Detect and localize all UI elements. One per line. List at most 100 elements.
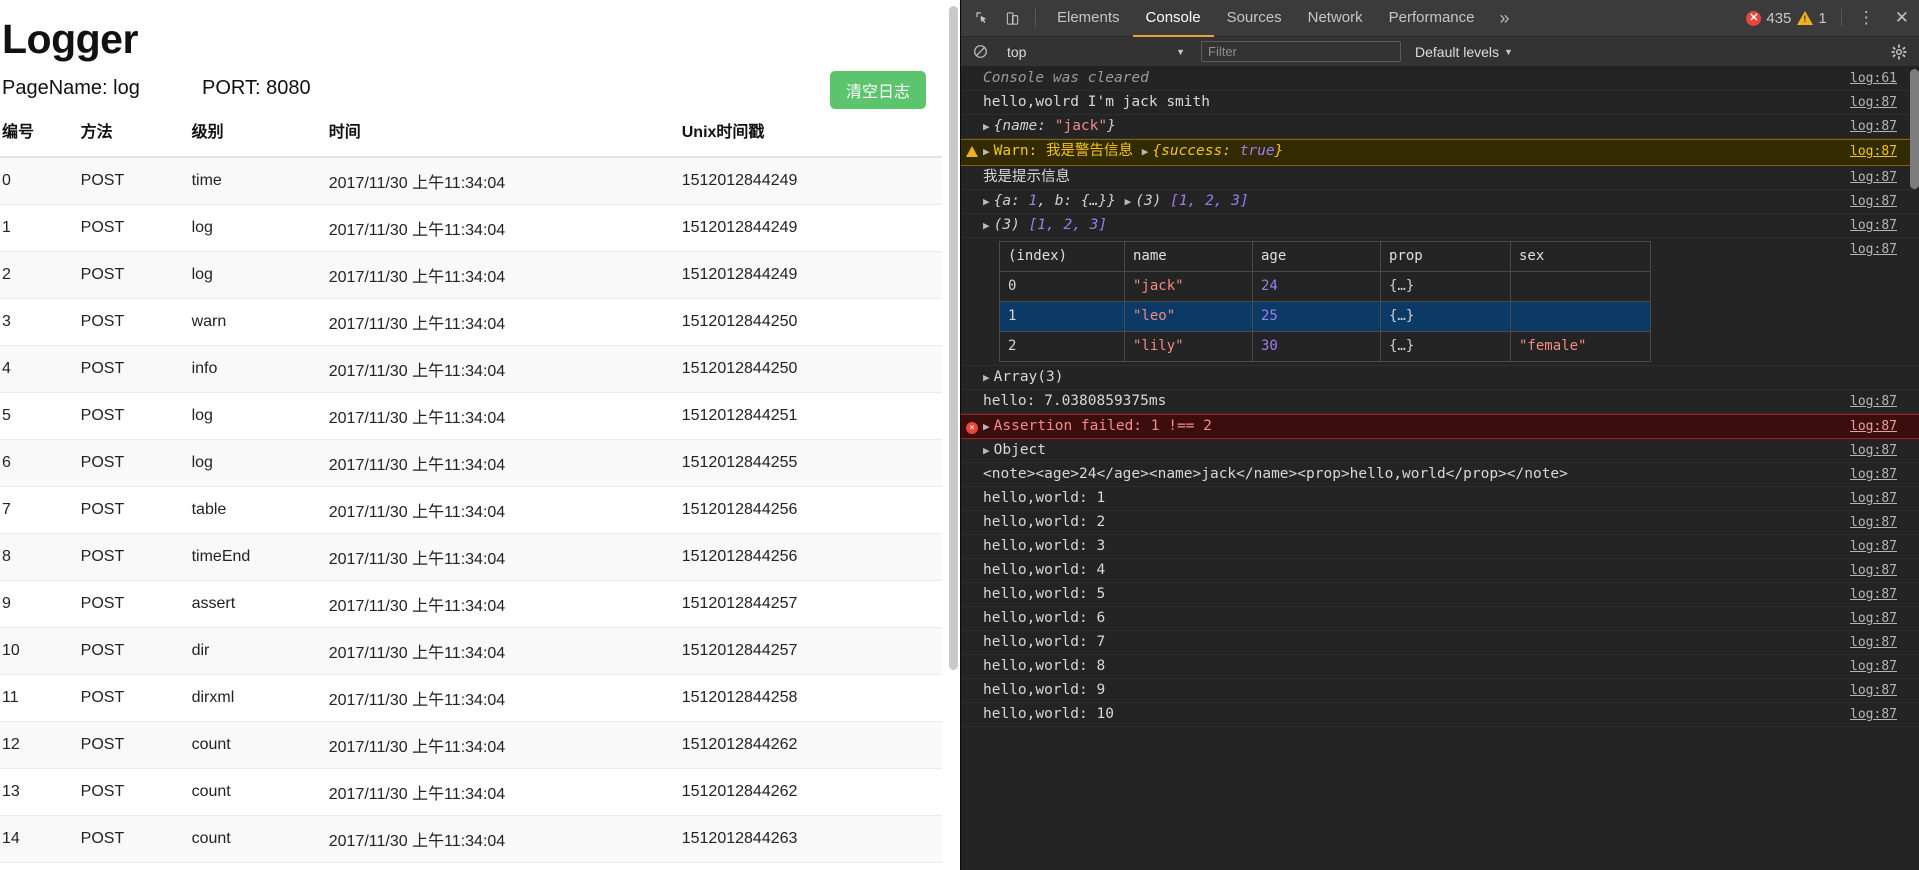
source-link[interactable]: log:87 bbox=[1850, 487, 1919, 510]
source-link[interactable]: log:87 bbox=[1850, 238, 1919, 261]
cell-unix: 1512012844250 bbox=[679, 298, 942, 347]
tab-console[interactable]: Console bbox=[1132, 0, 1214, 37]
console-message[interactable]: ✕ ▶ Assertion failed: 1 !== 2 log:87 bbox=[961, 414, 1919, 439]
source-link[interactable]: log:87 bbox=[1850, 535, 1919, 558]
cell-method: POST bbox=[78, 721, 190, 770]
tab-network[interactable]: Network bbox=[1295, 0, 1376, 37]
console-table-header-sex[interactable]: sex bbox=[1510, 241, 1651, 272]
console-message[interactable]: hello,world: 3 log:87 bbox=[961, 535, 1919, 559]
console-table-row[interactable]: 0 "jack" 24 {…} bbox=[999, 271, 1651, 302]
cell-method: POST bbox=[78, 486, 190, 535]
log-levels-dropdown[interactable]: Default levels ▼ bbox=[1415, 44, 1513, 60]
source-link[interactable]: log:87 bbox=[1850, 390, 1919, 413]
console-table-cell-age: 24 bbox=[1252, 271, 1381, 302]
source-link[interactable]: log:87 bbox=[1850, 166, 1919, 189]
console-message[interactable]: hello,wolrd I'm jack smith log:87 bbox=[961, 91, 1919, 115]
cell-unix: 1512012844263 bbox=[679, 815, 942, 864]
expand-arrow-icon[interactable]: ▶ bbox=[1142, 145, 1153, 158]
source-link[interactable]: log:87 bbox=[1850, 190, 1919, 213]
source-link[interactable]: log:87 bbox=[1850, 607, 1919, 630]
console-message[interactable]: ▶ (3) [1, 2, 3] log:87 bbox=[961, 214, 1919, 238]
console-message[interactable]: hello,world: 9 log:87 bbox=[961, 679, 1919, 703]
console-table-header-age[interactable]: age bbox=[1252, 241, 1381, 272]
console-table-row[interactable]: 1 "leo" 25 {…} bbox=[999, 301, 1651, 332]
console-scrollbar[interactable] bbox=[1910, 67, 1919, 870]
execution-context-select[interactable]: top ▼ bbox=[1001, 41, 1191, 62]
console-scrollbar-thumb[interactable] bbox=[1910, 69, 1919, 189]
expand-arrow-icon[interactable]: ▶ bbox=[983, 444, 994, 457]
source-link[interactable]: log:87 bbox=[1850, 655, 1919, 678]
source-link[interactable]: log:87 bbox=[1850, 415, 1919, 438]
expand-arrow-icon[interactable]: ▶ bbox=[983, 145, 994, 158]
source-link[interactable]: log:87 bbox=[1850, 439, 1919, 462]
console-message[interactable]: ▶ Object log:87 bbox=[961, 439, 1919, 463]
console-message[interactable]: ▶ {a: 1, b: {…}} ▶ (3) [1, 2, 3] log:87 bbox=[961, 190, 1919, 214]
expand-arrow-icon[interactable]: ▶ bbox=[1125, 195, 1136, 208]
source-link[interactable]: log:87 bbox=[1850, 631, 1919, 654]
cell-method: POST bbox=[78, 298, 190, 347]
console-message[interactable]: hello,world: 10 log:87 bbox=[961, 703, 1919, 727]
console-message[interactable]: ▶ Warn: 我是警告信息 ▶ {success: true} log:87 bbox=[961, 139, 1919, 166]
tab-sources[interactable]: Sources bbox=[1214, 0, 1295, 37]
source-link[interactable]: log:87 bbox=[1850, 91, 1919, 114]
console-table-header-prop[interactable]: prop bbox=[1380, 241, 1511, 272]
page-scrollbar[interactable] bbox=[949, 0, 958, 870]
table-row: 9 POST assert 2017/11/30 上午11:34:04 15120128… bbox=[0, 580, 942, 629]
source-link[interactable]: log:87 bbox=[1850, 511, 1919, 534]
console-message[interactable]: hello,world: 4 log:87 bbox=[961, 559, 1919, 583]
source-link[interactable]: log:87 bbox=[1850, 559, 1919, 582]
gear-icon[interactable] bbox=[1891, 44, 1913, 60]
console-message[interactable]: hello,world: 2 log:87 bbox=[961, 511, 1919, 535]
console-message[interactable]: 我是提示信息 log:87 bbox=[961, 166, 1919, 190]
expand-arrow-icon[interactable]: ▶ bbox=[983, 195, 994, 208]
source-link[interactable]: log:87 bbox=[1850, 214, 1919, 237]
expand-arrow-icon[interactable]: ▶ bbox=[983, 420, 994, 433]
device-toolbar-icon[interactable] bbox=[997, 4, 1027, 32]
expand-arrow-icon[interactable]: ▶ bbox=[983, 219, 994, 232]
console-table-header-name[interactable]: name bbox=[1124, 241, 1253, 272]
console-message-list[interactable]: Console was cleared log:61 hello,wolrd I'm… bbox=[961, 67, 1919, 870]
more-tabs-button[interactable]: » bbox=[1488, 8, 1522, 29]
console-message[interactable]: hello,world: 8 log:87 bbox=[961, 655, 1919, 679]
source-link[interactable]: log:87 bbox=[1850, 583, 1919, 606]
expand-arrow-icon[interactable]: ▶ bbox=[983, 120, 994, 133]
devtools-menu-icon[interactable]: ⋮ bbox=[1848, 8, 1885, 28]
console-message[interactable]: hello,world: 5 log:87 bbox=[961, 583, 1919, 607]
console-message[interactable]: hello,world: 7 log:87 bbox=[961, 631, 1919, 655]
console-message[interactable]: hello,world: 6 log:87 bbox=[961, 607, 1919, 631]
warning-counter[interactable]: 1 bbox=[1797, 10, 1827, 27]
expandable-label: Object bbox=[993, 442, 1047, 458]
console-message[interactable]: hello,world: 1 log:87 bbox=[961, 487, 1919, 511]
logger-page-content: Logger PageName: log PORT: 8080 清空日志 编号 … bbox=[0, 0, 960, 870]
page-scrollbar-thumb[interactable] bbox=[949, 6, 958, 670]
source-link[interactable]: log:61 bbox=[1850, 67, 1919, 90]
message-content: hello,world: 5 bbox=[983, 586, 1106, 602]
console-table-row[interactable]: 2 "lily" 30 {…} "female" bbox=[999, 331, 1651, 362]
source-link[interactable]: log:87 bbox=[1850, 115, 1919, 138]
source-link[interactable]: log:87 bbox=[1850, 703, 1919, 726]
console-message[interactable]: (index) name age prop sex 0 "jack" 24 {…} 1 "leo" 2… bbox=[961, 238, 1919, 366]
clear-console-icon[interactable] bbox=[967, 41, 993, 63]
tab-elements[interactable]: Elements bbox=[1044, 0, 1133, 37]
source-link[interactable]: log:87 bbox=[1850, 463, 1919, 486]
cell-no: 0 bbox=[0, 157, 79, 206]
console-table: (index) name age prop sex 0 "jack" 24 {…} 1 "leo" 2… bbox=[999, 241, 1651, 362]
cell-time: 2017/11/30 上午11:34:04 bbox=[326, 204, 680, 253]
console-message[interactable]: hello: 7.0380859375ms log:87 bbox=[961, 390, 1919, 414]
close-icon[interactable]: ✕ bbox=[1885, 8, 1919, 28]
console-table-header-index[interactable]: (index) bbox=[999, 241, 1125, 272]
console-filter-input[interactable] bbox=[1201, 41, 1401, 62]
error-counter[interactable]: ✕ 435 bbox=[1746, 10, 1791, 27]
tab-performance[interactable]: Performance bbox=[1376, 0, 1488, 37]
console-message[interactable]: ▶ {name: "jack"} log:87 bbox=[961, 115, 1919, 139]
cell-unix: 1512012844256 bbox=[679, 533, 942, 582]
console-message[interactable]: <note><age>24</age><name>jack</name><pro… bbox=[961, 463, 1919, 487]
console-message[interactable]: Console was cleared log:61 bbox=[961, 67, 1919, 91]
inspect-element-icon[interactable] bbox=[967, 4, 997, 32]
console-message[interactable]: ▶ Array(3) bbox=[961, 366, 1919, 390]
clear-log-button[interactable]: 清空日志 bbox=[829, 71, 926, 110]
source-link[interactable]: log:87 bbox=[1850, 140, 1919, 163]
source-link[interactable]: log:87 bbox=[1850, 679, 1919, 702]
expand-arrow-icon[interactable]: ▶ bbox=[983, 371, 994, 384]
cell-level: count bbox=[189, 862, 327, 870]
